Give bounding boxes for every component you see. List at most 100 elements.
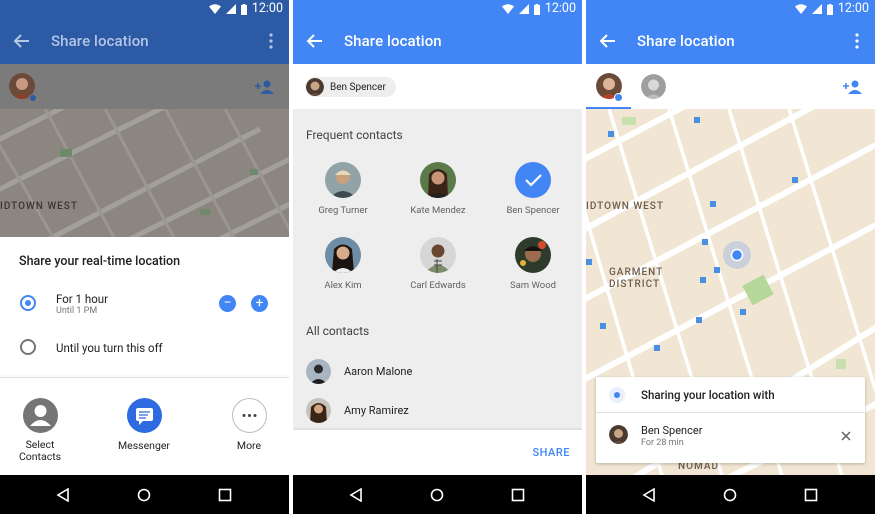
select-contacts-button[interactable]: Select Contacts — [0, 398, 80, 463]
decrease-time-button[interactable]: − — [219, 295, 236, 312]
contact-sam-wood[interactable]: Sam Wood — [488, 237, 578, 291]
nav-bar — [293, 475, 582, 514]
home-nav-icon[interactable] — [723, 488, 737, 502]
contact-avatar — [325, 162, 361, 198]
back-arrow-icon[interactable] — [305, 31, 325, 51]
signal-icon — [811, 4, 822, 14]
people-strip — [586, 64, 875, 109]
add-person-icon[interactable] — [843, 80, 863, 94]
shared-person-avatar[interactable] — [641, 74, 666, 99]
location-dot — [614, 93, 623, 102]
contact-avatar — [325, 237, 361, 273]
selected-contact-chip[interactable]: Ben Spencer — [305, 77, 396, 97]
clock: 12:00 — [251, 1, 283, 16]
radio-one-hour[interactable] — [20, 295, 36, 311]
person-avatar — [609, 425, 628, 444]
all-contacts-title: All contacts — [306, 324, 370, 338]
contact-name: Carl Edwards — [410, 280, 466, 291]
recents-nav-icon[interactable] — [804, 488, 818, 502]
more-button[interactable]: More — [209, 398, 289, 452]
back-nav-icon[interactable] — [349, 488, 363, 502]
contact-name: Amy Ramirez — [344, 404, 409, 417]
wifi-icon — [208, 4, 221, 14]
frequent-contacts-title: Frequent contacts — [306, 128, 403, 142]
contact-name: Alex Kim — [324, 280, 362, 291]
nav-bar — [0, 475, 289, 514]
clock: 12:00 — [544, 1, 576, 16]
map-label-midtown: IDTOWN WEST — [586, 201, 664, 212]
contact-ben-spencer[interactable]: Ben Spencer — [488, 162, 578, 216]
screen-share-duration: 12:00 Share location IDTOWN WEST Share y… — [0, 0, 289, 514]
battery-icon — [826, 3, 833, 15]
app-bar: Share location — [0, 19, 289, 64]
increase-time-button[interactable]: + — [251, 295, 268, 312]
nav-bar — [586, 475, 875, 514]
battery-icon — [240, 3, 247, 15]
contact-row-aaron-malone[interactable]: Aaron Malone — [306, 359, 412, 384]
overflow-menu-icon[interactable] — [269, 33, 273, 49]
contact-carl-edwards[interactable]: Carl Edwards — [393, 237, 483, 291]
page-title: Share location — [51, 32, 149, 50]
contact-greg-turner[interactable]: Greg Turner — [298, 162, 388, 216]
screen-select-contacts: 12:00 Share location Ben Spencer Frequen… — [293, 0, 582, 514]
more-icon — [231, 398, 267, 433]
map-label-garment: GARMENT — [609, 267, 664, 278]
app-bar: Share location — [586, 19, 875, 64]
page-title: Share location — [344, 32, 442, 50]
radio-until-off[interactable] — [20, 339, 36, 355]
messenger-icon — [126, 398, 162, 433]
messenger-label: Messenger — [118, 439, 170, 452]
contact-name: Kate Mendez — [410, 205, 466, 216]
chip-avatar — [306, 78, 324, 96]
person-name: Ben Spencer — [641, 424, 703, 437]
messenger-button[interactable]: Messenger — [104, 398, 184, 452]
sharing-title: Sharing your location with — [641, 388, 775, 402]
share-button[interactable]: SHARE — [533, 446, 571, 459]
share-apps-sheet: Select Contacts Messenger More — [0, 377, 289, 475]
option-one-hour-sub: Until 1 PM — [56, 306, 98, 316]
back-arrow-icon[interactable] — [598, 31, 618, 51]
people-strip — [0, 64, 289, 109]
recents-nav-icon[interactable] — [511, 488, 525, 502]
sheet-title: Share your real-time location — [19, 254, 181, 269]
page-title: Share location — [637, 32, 735, 50]
contact-name: Ben Spencer — [506, 205, 560, 216]
add-person-icon[interactable] — [255, 80, 275, 94]
option-one-hour-label: For 1 hour — [56, 292, 108, 306]
close-icon[interactable] — [841, 431, 851, 441]
more-label: More — [236, 439, 262, 452]
contact-alex-kim[interactable]: Alex Kim — [298, 237, 388, 291]
duration-sheet: Share your real-time location For 1 hour… — [0, 237, 289, 375]
wifi-icon — [794, 4, 807, 14]
select-contacts-label: Select Contacts — [18, 438, 62, 463]
recents-nav-icon[interactable] — [218, 488, 232, 502]
contact-avatar — [420, 162, 456, 198]
map-dimmed[interactable]: IDTOWN WEST — [0, 109, 289, 237]
contact-avatar — [420, 237, 456, 273]
back-nav-icon[interactable] — [56, 488, 70, 502]
share-bar: SHARE — [293, 430, 582, 475]
person-duration: For 28 min — [641, 438, 684, 448]
back-nav-icon[interactable] — [642, 488, 656, 502]
signal-icon — [518, 4, 529, 14]
signal-icon — [225, 4, 236, 14]
selected-strip: Ben Spencer — [293, 64, 582, 109]
map-neighborhood-label: IDTOWN WEST — [0, 201, 78, 212]
contact-avatar — [306, 398, 331, 423]
contact-avatar — [306, 359, 331, 384]
screen-sharing-active: 12:00 Share location IDTOWN WEST GARMENT… — [586, 0, 875, 514]
contact-avatar — [515, 237, 551, 273]
overflow-menu-icon[interactable] — [855, 33, 859, 49]
app-bar: Share location — [293, 19, 582, 64]
contact-row-amy-ramirez[interactable]: Amy Ramirez — [306, 398, 409, 423]
divider — [596, 412, 865, 413]
contact-name: Sam Wood — [510, 280, 556, 291]
person-icon — [22, 398, 58, 433]
contact-kate-mendez[interactable]: Kate Mendez — [393, 162, 483, 216]
chip-name: Ben Spencer — [330, 81, 386, 93]
sharing-status-icon — [609, 387, 625, 403]
home-nav-icon[interactable] — [137, 488, 151, 502]
home-nav-icon[interactable] — [430, 488, 444, 502]
status-bar: 12:00 — [586, 0, 875, 19]
back-arrow-icon[interactable] — [12, 31, 32, 51]
